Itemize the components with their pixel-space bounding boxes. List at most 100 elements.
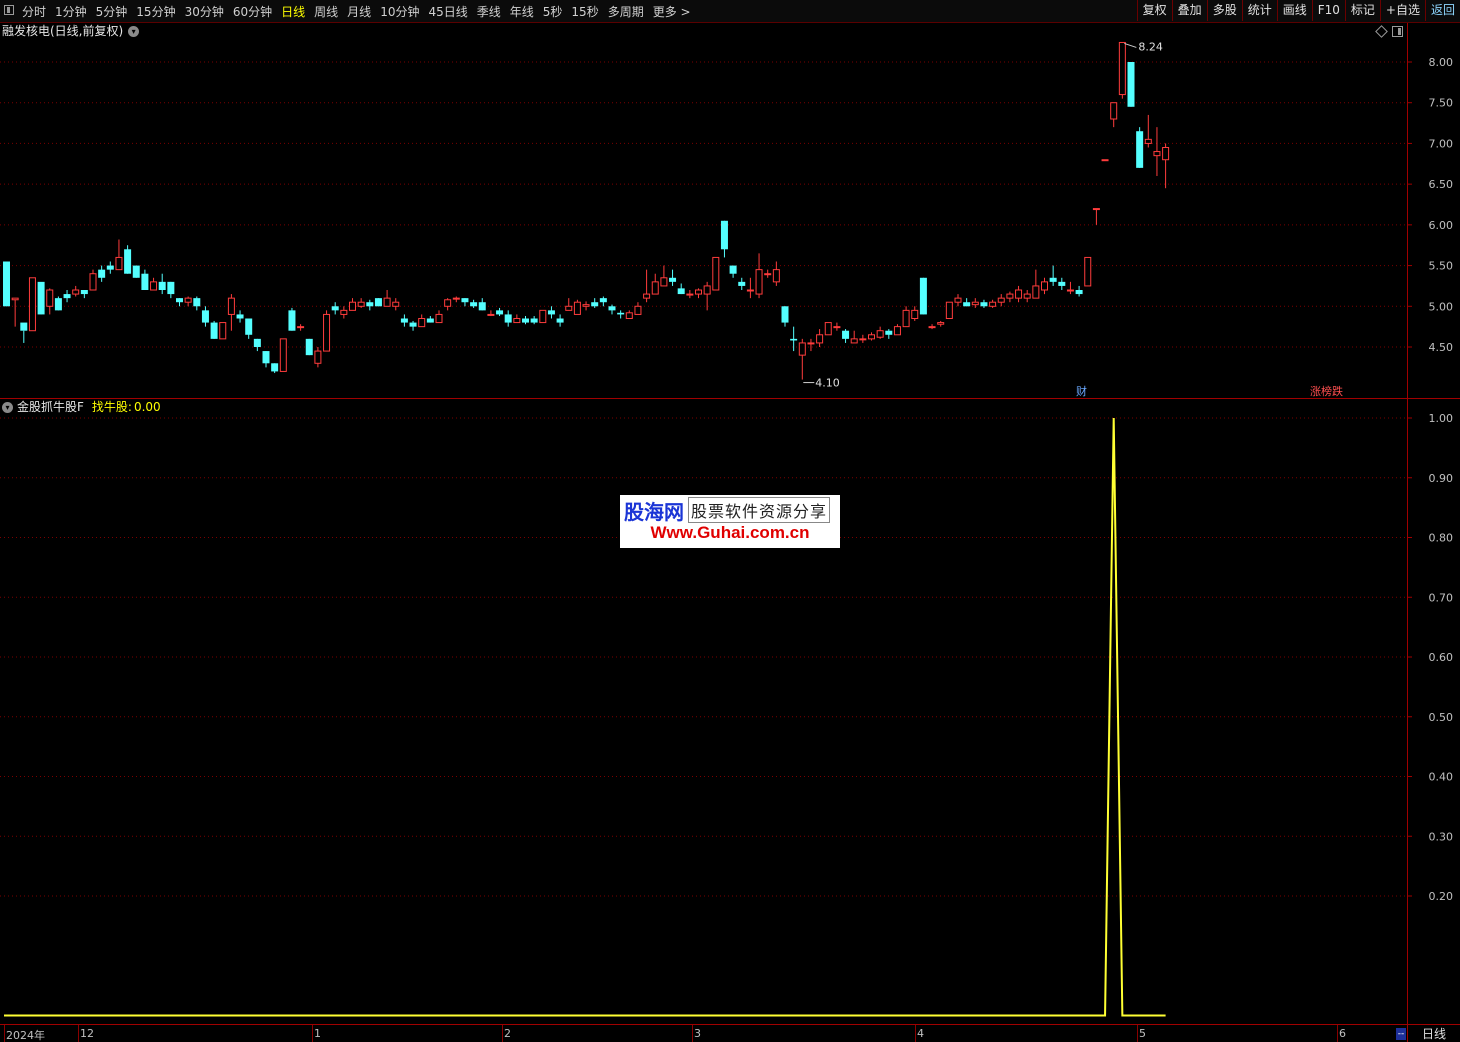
candle: [487, 310, 495, 317]
period-tab-3[interactable]: 15分钟: [136, 3, 175, 20]
diamond-icon[interactable]: [1375, 25, 1388, 38]
date-label: 4: [917, 1027, 924, 1040]
candle: [37, 281, 45, 315]
candle: [634, 302, 642, 315]
period-tab-12[interactable]: 年线: [510, 3, 534, 20]
y-tick-label: 6.00: [1429, 219, 1454, 232]
indicator-name[interactable]: 金股抓牛股F: [17, 399, 84, 415]
period-tab-16[interactable]: 更多 >: [653, 3, 691, 20]
candle-body: [772, 269, 780, 283]
candle: [504, 310, 512, 327]
period-tab-14[interactable]: 15秒: [571, 3, 598, 20]
finance-marker: 财: [1076, 384, 1087, 398]
candle-body: [556, 318, 564, 323]
axis-divider: [1407, 23, 1408, 1024]
candle: [305, 338, 313, 356]
date-label: 2024年: [6, 1029, 45, 1042]
candle: [496, 307, 504, 317]
candle: [176, 298, 183, 307]
period-tab-6[interactable]: 日线: [281, 3, 305, 20]
candle-body: [297, 326, 305, 329]
scroll-indicator[interactable]: --: [1396, 1028, 1406, 1040]
candle-body: [141, 273, 149, 290]
candlestick-chart[interactable]: 8.00 7.50 7.00 6.50 6.00 5.50 5.00 4.50 8.24 4.10…: [0, 23, 1460, 398]
candle: [20, 322, 28, 343]
toolbar-button-6[interactable]: 标记: [1344, 0, 1380, 21]
candle-body: [115, 256, 123, 271]
toolbar-button-2[interactable]: 多股: [1206, 0, 1242, 21]
candle: [357, 298, 365, 308]
candle: [227, 294, 235, 331]
candle: [850, 330, 858, 344]
candle: [980, 299, 988, 308]
period-tab-2[interactable]: 5分钟: [96, 3, 128, 20]
indicator-chart[interactable]: 1.00 0.90 0.80 0.70 0.60 0.50 0.40 0.30 0.20: [0, 399, 1460, 1024]
period-tab-10[interactable]: 45日线: [428, 3, 467, 20]
chart-title: 融发核电(日线,前复权) ▾: [2, 23, 140, 39]
candle: [444, 298, 452, 311]
candle-body: [1041, 281, 1048, 291]
panel-layout-icon[interactable]: [1392, 26, 1403, 37]
toolbar-button-7[interactable]: +自选: [1379, 0, 1425, 21]
chevron-down-icon[interactable]: ▾: [128, 25, 140, 37]
period-tab-1[interactable]: 1分钟: [55, 3, 87, 20]
period-tab-4[interactable]: 30分钟: [185, 3, 224, 20]
date-label: 5: [1139, 1027, 1146, 1040]
chevron-down-icon[interactable]: ▾: [2, 401, 13, 413]
candle-body: [1144, 138, 1152, 144]
date-axis[interactable]: -- 日线 2024年 12 1 2 3 4 5 6: [0, 1024, 1460, 1042]
candle-body: [677, 288, 685, 295]
candle-body: [695, 289, 702, 295]
candle: [253, 338, 261, 352]
candle-body: [245, 318, 253, 335]
toolbar-button-4[interactable]: 画线: [1276, 0, 1312, 21]
candle-body: [357, 301, 365, 307]
toolbar-button-5[interactable]: F10: [1311, 0, 1345, 21]
candle: [288, 307, 296, 331]
candle-body: [219, 322, 227, 340]
candle: [695, 288, 702, 299]
toolbar-button-0[interactable]: 复权: [1136, 0, 1172, 21]
period-tab-9[interactable]: 10分钟: [380, 3, 419, 20]
period-tab-11[interactable]: 季线: [477, 3, 501, 20]
candle: [989, 299, 997, 308]
sidebar-toggle-icon[interactable]: [4, 5, 14, 15]
period-tab-0[interactable]: 分时: [22, 3, 46, 20]
candle-body: [366, 302, 374, 307]
toolbar-button-1[interactable]: 叠加: [1171, 0, 1207, 21]
candle: [643, 269, 651, 303]
candle-body: [210, 322, 218, 339]
indicator-title: ▾ 金股抓牛股F 找牛股: 0.00: [2, 399, 161, 415]
candle: [46, 288, 54, 315]
period-tab-15[interactable]: 多周期: [608, 3, 644, 20]
candle: [997, 294, 1005, 307]
candle-body: [3, 261, 10, 307]
candle-body: [331, 306, 339, 311]
candle: [124, 245, 132, 274]
toolbar-button-8[interactable]: 返回: [1424, 0, 1460, 21]
period-tab-7[interactable]: 周线: [314, 3, 338, 20]
candle-body: [859, 338, 867, 341]
candle: [599, 296, 607, 307]
candle-body: [729, 265, 737, 274]
candle-body: [954, 297, 962, 303]
candle-body: [963, 302, 971, 307]
period-indicator[interactable]: 日线: [1407, 1025, 1460, 1042]
candle: [392, 298, 400, 311]
date-tick: [1137, 1025, 1138, 1042]
candle-body: [530, 318, 538, 323]
candle: [1153, 127, 1161, 176]
candle: [167, 281, 175, 299]
period-tab-13[interactable]: 5秒: [543, 3, 563, 20]
period-tab-8[interactable]: 月线: [347, 3, 371, 20]
candle: [547, 306, 555, 319]
candle: [651, 273, 659, 295]
candle: [115, 239, 123, 271]
candle-body: [236, 314, 244, 319]
candle-body: [919, 277, 927, 315]
candle: [1136, 127, 1144, 168]
toolbar-button-3[interactable]: 统计: [1241, 0, 1277, 21]
candle-body: [980, 302, 988, 307]
y-tick-label: 0.80: [1429, 532, 1454, 545]
period-tab-5[interactable]: 60分钟: [233, 3, 272, 20]
